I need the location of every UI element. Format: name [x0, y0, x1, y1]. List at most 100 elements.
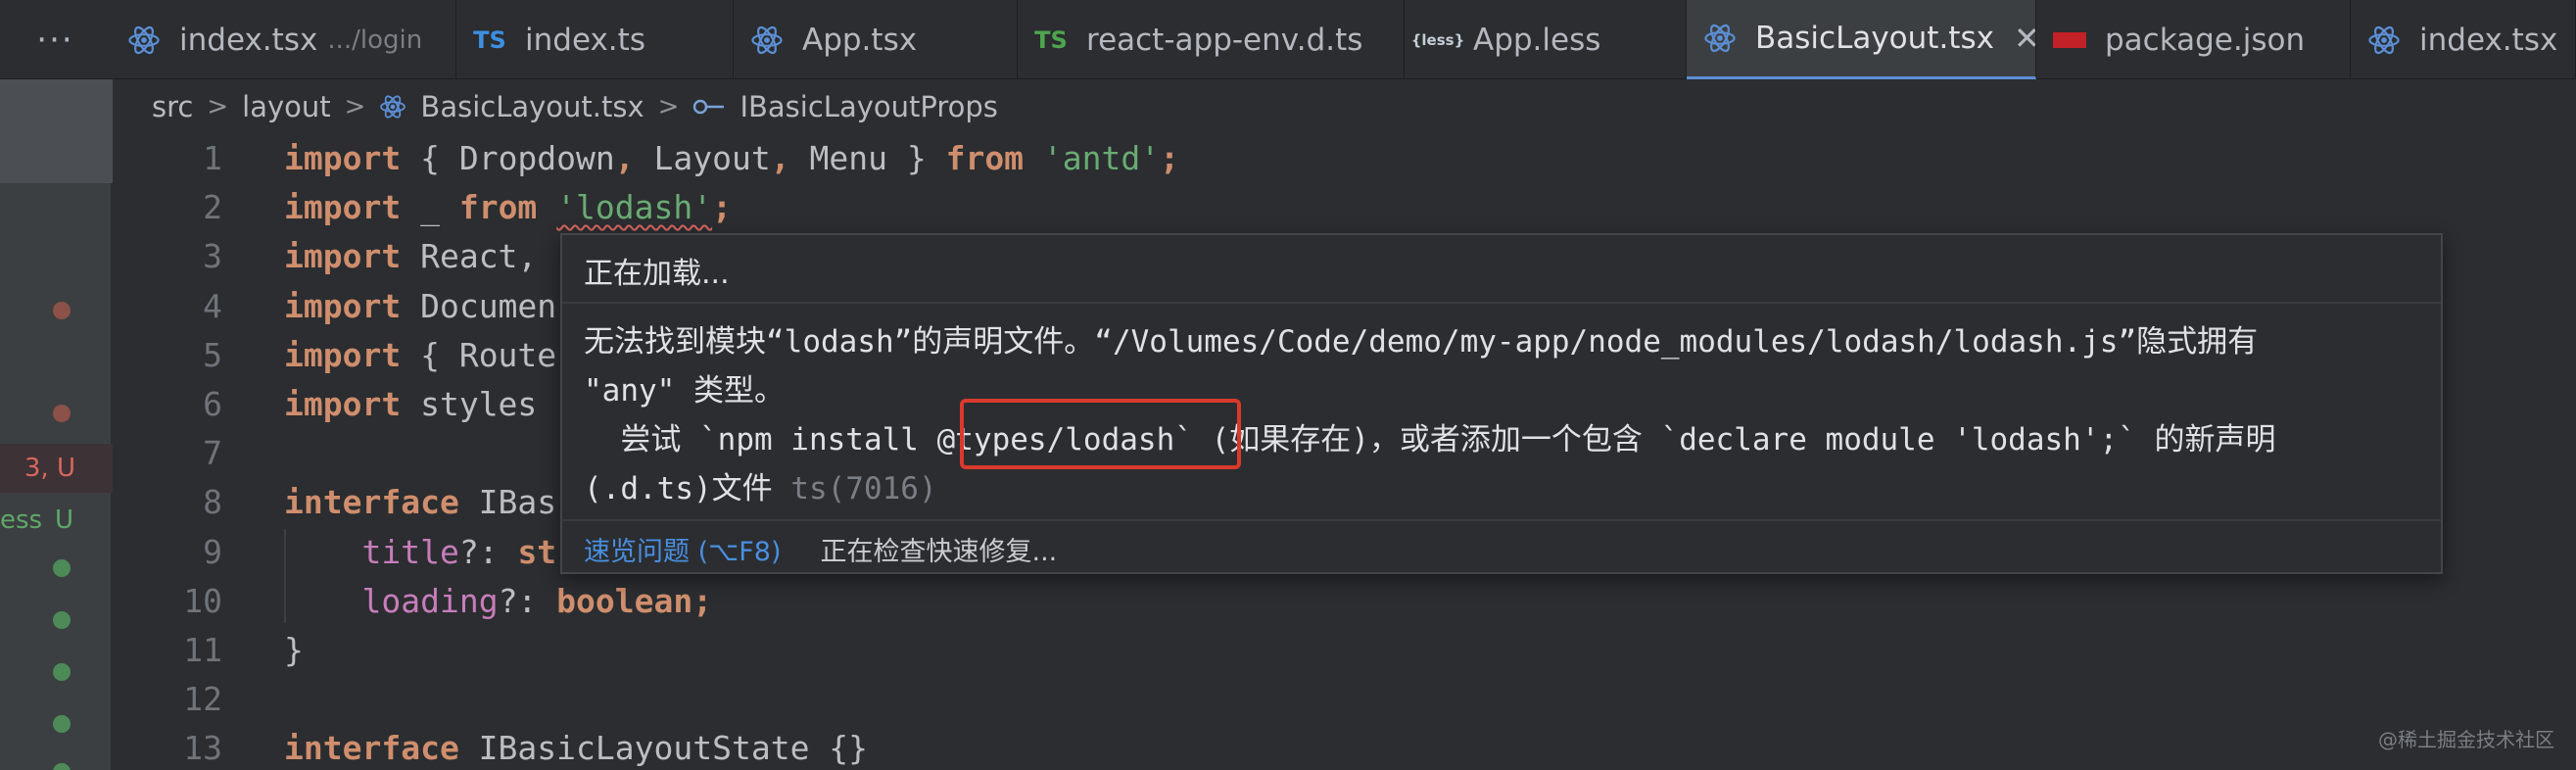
code-line[interactable]: 12	[113, 675, 2576, 724]
tab-label: BasicLayout.tsx	[1755, 21, 1994, 56]
code-text: interface IBasicLayoutState {}	[284, 724, 868, 770]
code-token: title	[361, 532, 459, 571]
code-token: }	[906, 139, 946, 177]
code-text: loading?: boolean;	[284, 577, 712, 626]
typescript-icon: TS	[473, 25, 506, 54]
git-file-name: ess	[0, 505, 43, 535]
error-message-line: 尝试 `npm install @types/lodash` (如果存在)，或者…	[584, 422, 2276, 457]
watermark: @稀土掘金技术社区	[2378, 728, 2554, 751]
code-token: styles	[401, 385, 538, 423]
code-token: ;	[1160, 139, 1180, 177]
code-token: {	[401, 139, 459, 177]
npm-icon	[2048, 19, 2091, 62]
tab-label: index.ts	[525, 22, 645, 58]
tab-index-tsx[interactable]: index.tsx .../login	[111, 0, 456, 79]
line-number: 10	[183, 581, 222, 620]
react-icon	[745, 19, 788, 62]
error-squiggle-token: 'lodash'	[556, 188, 713, 227]
code-token: Menu	[789, 139, 907, 177]
code-text: }	[284, 626, 304, 675]
breadcrumb-item[interactable]: src	[152, 90, 193, 123]
highlight-box	[960, 399, 1241, 469]
code-token: from	[945, 139, 1043, 177]
code-token: import	[284, 188, 402, 227]
tab-app-less[interactable]: {less} App.less	[1405, 0, 1687, 79]
git-dot	[53, 559, 71, 577]
git-dot	[53, 611, 71, 629]
react-icon	[122, 19, 166, 62]
tab-label: react-app-env.d.ts	[1086, 22, 1363, 58]
code-token: ;	[712, 188, 732, 227]
code-token: ?:	[498, 581, 557, 620]
breadcrumb-separator: >	[657, 92, 680, 121]
code-line[interactable]: 11}	[113, 626, 2576, 675]
code-token: _	[401, 188, 459, 227]
code-token: from	[458, 188, 557, 227]
code-line[interactable]: 10 loading?: boolean;	[113, 577, 2576, 626]
interface-icon	[692, 97, 726, 117]
code-token: Dropdown	[458, 139, 615, 177]
popup-footer: 速览问题 (⌥F8) 正在检查快速修复...	[584, 527, 1057, 570]
editor-tab-bar: ··· index.tsx .../login TS index.ts App.tsx T…	[0, 0, 2576, 79]
git-dot	[53, 715, 71, 733]
selected-row	[0, 79, 113, 183]
code-token: }	[284, 631, 304, 669]
tab-index-ts[interactable]: TS index.ts	[456, 0, 734, 79]
error-code: ts(7016)	[790, 471, 937, 506]
line-number: 3	[203, 237, 222, 276]
code-text: import Documen	[284, 282, 556, 331]
code-text: interface IBas	[284, 478, 556, 527]
peek-problem-link[interactable]: 速览问题 (⌥F8)	[584, 530, 781, 568]
less-icon: {less}	[1410, 30, 1465, 49]
react-icon	[1698, 17, 1741, 60]
code-token: loading	[361, 581, 499, 620]
error-message-line: 无法找到模块“lodash”的声明文件。“/Volumes/Code/demo/…	[584, 324, 2259, 360]
code-token: { Route	[401, 335, 557, 374]
tab-package-json[interactable]: package.json	[2036, 0, 2351, 79]
tab-react-app-env-d-ts[interactable]: TS react-app-env.d.ts	[1018, 0, 1405, 79]
git-status-row[interactable]: ess U	[0, 496, 113, 545]
breadcrumb-item[interactable]: layout	[242, 90, 330, 123]
code-token: React,	[401, 237, 538, 276]
git-dot	[53, 663, 71, 681]
breadcrumb-separator: >	[207, 92, 229, 121]
problem-count-badge[interactable]: 3, U	[0, 444, 113, 493]
code-token: ?:	[458, 532, 518, 571]
code-text: import { Route	[284, 331, 556, 380]
diagnostic-hover-popup: 正在加载... 无法找到模块“lodash”的声明文件。“/Volumes/Co…	[560, 233, 2443, 574]
line-number: 11	[183, 631, 222, 669]
tab-label: index.tsx	[179, 22, 318, 58]
line-number: 5	[203, 335, 222, 374]
line-number: 7	[203, 434, 222, 473]
code-line[interactable]: 1 import { Dropdown, Layout, Menu } from …	[113, 134, 2576, 183]
tab-index-tsx[interactable]: index.tsx	[2351, 0, 2576, 79]
breadcrumb-item[interactable]: BasicLayout.tsx	[420, 90, 644, 123]
error-dot	[53, 405, 71, 422]
more-tabs-button[interactable]: ···	[0, 0, 111, 79]
code-token: interface	[284, 729, 459, 768]
explorer-strip: 3, U ess U	[0, 79, 113, 770]
code-line[interactable]: 13 interface IBasicLayoutState {}	[113, 724, 2576, 770]
code-token: import	[284, 237, 402, 276]
code-token: Layout	[634, 139, 771, 177]
error-message-line: "any" 类型。	[584, 373, 785, 409]
code-line[interactable]: 2 import _ from 'lodash';	[113, 183, 2576, 232]
tab-basiclayout-tsx[interactable]: BasicLayout.tsx ✕	[1687, 0, 2036, 79]
code-text: import _ from 'lodash';	[284, 183, 732, 232]
error-message-line: (.d.ts)文件 ts(7016)	[584, 464, 937, 513]
quick-fix-status: 正在检查快速修复...	[820, 536, 1058, 567]
git-dot	[53, 763, 71, 770]
line-number: 6	[203, 385, 222, 423]
line-number: 9	[203, 532, 222, 571]
loading-text: 正在加载...	[584, 257, 730, 291]
error-message-text: (.d.ts)文件	[584, 471, 791, 506]
react-icon	[379, 93, 406, 120]
breadcrumb-item[interactable]: IBasicLayoutProps	[739, 90, 997, 123]
tab-app-tsx[interactable]: App.tsx	[734, 0, 1018, 79]
code-token: ,	[770, 139, 790, 177]
divider	[562, 302, 2441, 304]
code-token: import	[284, 335, 402, 374]
close-icon[interactable]: ✕	[2014, 20, 2035, 57]
line-number: 13	[183, 729, 222, 768]
